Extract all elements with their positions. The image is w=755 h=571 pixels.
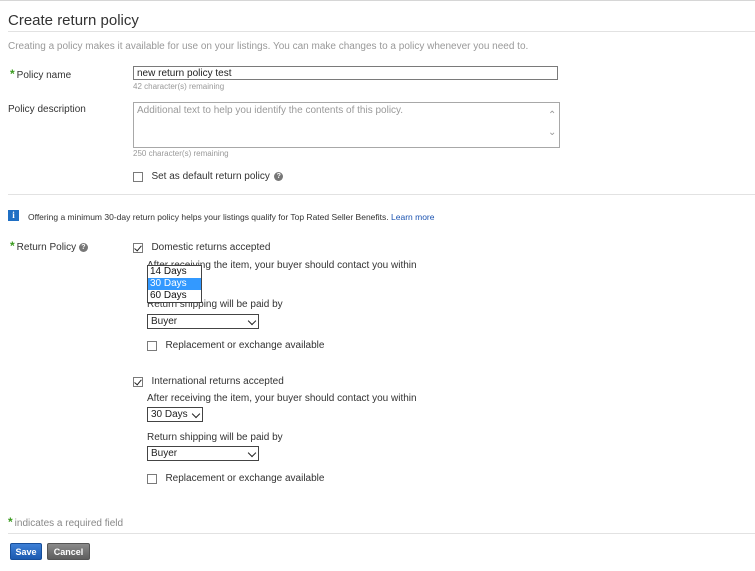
info-icon: i [8,210,19,221]
dropdown-option[interactable]: 60 Days [148,290,201,302]
policy-description-label: Policy description [8,104,86,115]
policy-name-label-text: Policy name [16,70,72,81]
policy-description-input[interactable] [133,102,560,148]
domestic-returns-checkbox[interactable] [133,242,143,253]
help-icon[interactable]: ? [274,172,284,182]
title-divider [8,31,755,32]
info-banner: Offering a minimum 30-day return policy … [28,212,434,222]
international-replacement-checkbox[interactable] [147,473,157,484]
cancel-button[interactable]: Cancel [47,543,90,560]
chevron-down-icon [247,316,257,326]
international-replacement-label: Replacement or exchange available [165,473,325,485]
return-policy-label: * Return Policy ? [10,239,88,253]
required-note-text: indicates a required field [14,518,124,529]
domestic-shipping-value: Buyer [151,316,178,327]
chevron-down-icon [247,448,257,458]
domestic-replacement-row: Replacement or exchange available [147,337,324,355]
international-contact-text: After receiving the item, your buyer sho… [147,393,417,404]
international-returns-row: International returns accepted [133,373,284,391]
default-policy-checkbox[interactable] [133,171,143,182]
domestic-returns-label: Domestic returns accepted [151,242,271,254]
required-star-icon: * [10,239,15,253]
international-contact-select[interactable]: 30 Days [147,407,203,422]
page-intro: Creating a policy makes it available for… [8,41,529,52]
default-policy-label: Set as default return policy [151,171,270,183]
policy-description-hint: 250 character(s) remaining [133,149,229,158]
save-button[interactable]: Save [10,543,42,560]
section-divider [8,194,755,195]
default-policy-row: Set as default return policy ? [133,168,284,186]
learn-more-link[interactable]: Learn more [391,212,434,222]
dropdown-option-selected[interactable]: 30 Days [148,278,201,290]
policy-name-input[interactable] [133,66,558,80]
scroll-down-icon[interactable]: ⌄ [548,127,556,138]
info-banner-text: Offering a minimum 30-day return policy … [28,212,389,222]
help-icon[interactable]: ? [78,242,88,252]
domestic-shipping-select[interactable]: Buyer [147,314,259,329]
international-contact-value: 30 Days [151,409,188,420]
international-shipping-text: Return shipping will be paid by [147,432,283,443]
international-shipping-select[interactable]: Buyer [147,446,259,461]
international-shipping-value: Buyer [151,448,178,459]
dropdown-option[interactable]: 14 Days [148,266,201,278]
return-policy-label-text: Return Policy [16,242,77,253]
international-replacement-row: Replacement or exchange available [147,470,324,488]
required-star-icon: * [8,515,13,529]
required-note: * indicates a required field [8,515,123,529]
domestic-replacement-checkbox[interactable] [147,340,157,351]
top-divider [0,0,755,1]
chevron-down-icon [191,409,201,419]
domestic-returns-row: Domestic returns accepted [133,239,270,257]
scroll-up-icon[interactable]: ⌃ [548,110,556,121]
policy-name-hint: 42 character(s) remaining [133,82,225,91]
domestic-contact-dropdown[interactable]: 14 Days 30 Days 60 Days [147,265,202,303]
domestic-replacement-label: Replacement or exchange available [165,340,325,352]
required-star-icon: * [10,67,15,81]
page-title: Create return policy [8,12,139,29]
policy-name-label: * Policy name [10,67,71,81]
footer-divider [8,533,755,534]
international-returns-label: International returns accepted [151,376,284,388]
international-returns-checkbox[interactable] [133,376,143,387]
